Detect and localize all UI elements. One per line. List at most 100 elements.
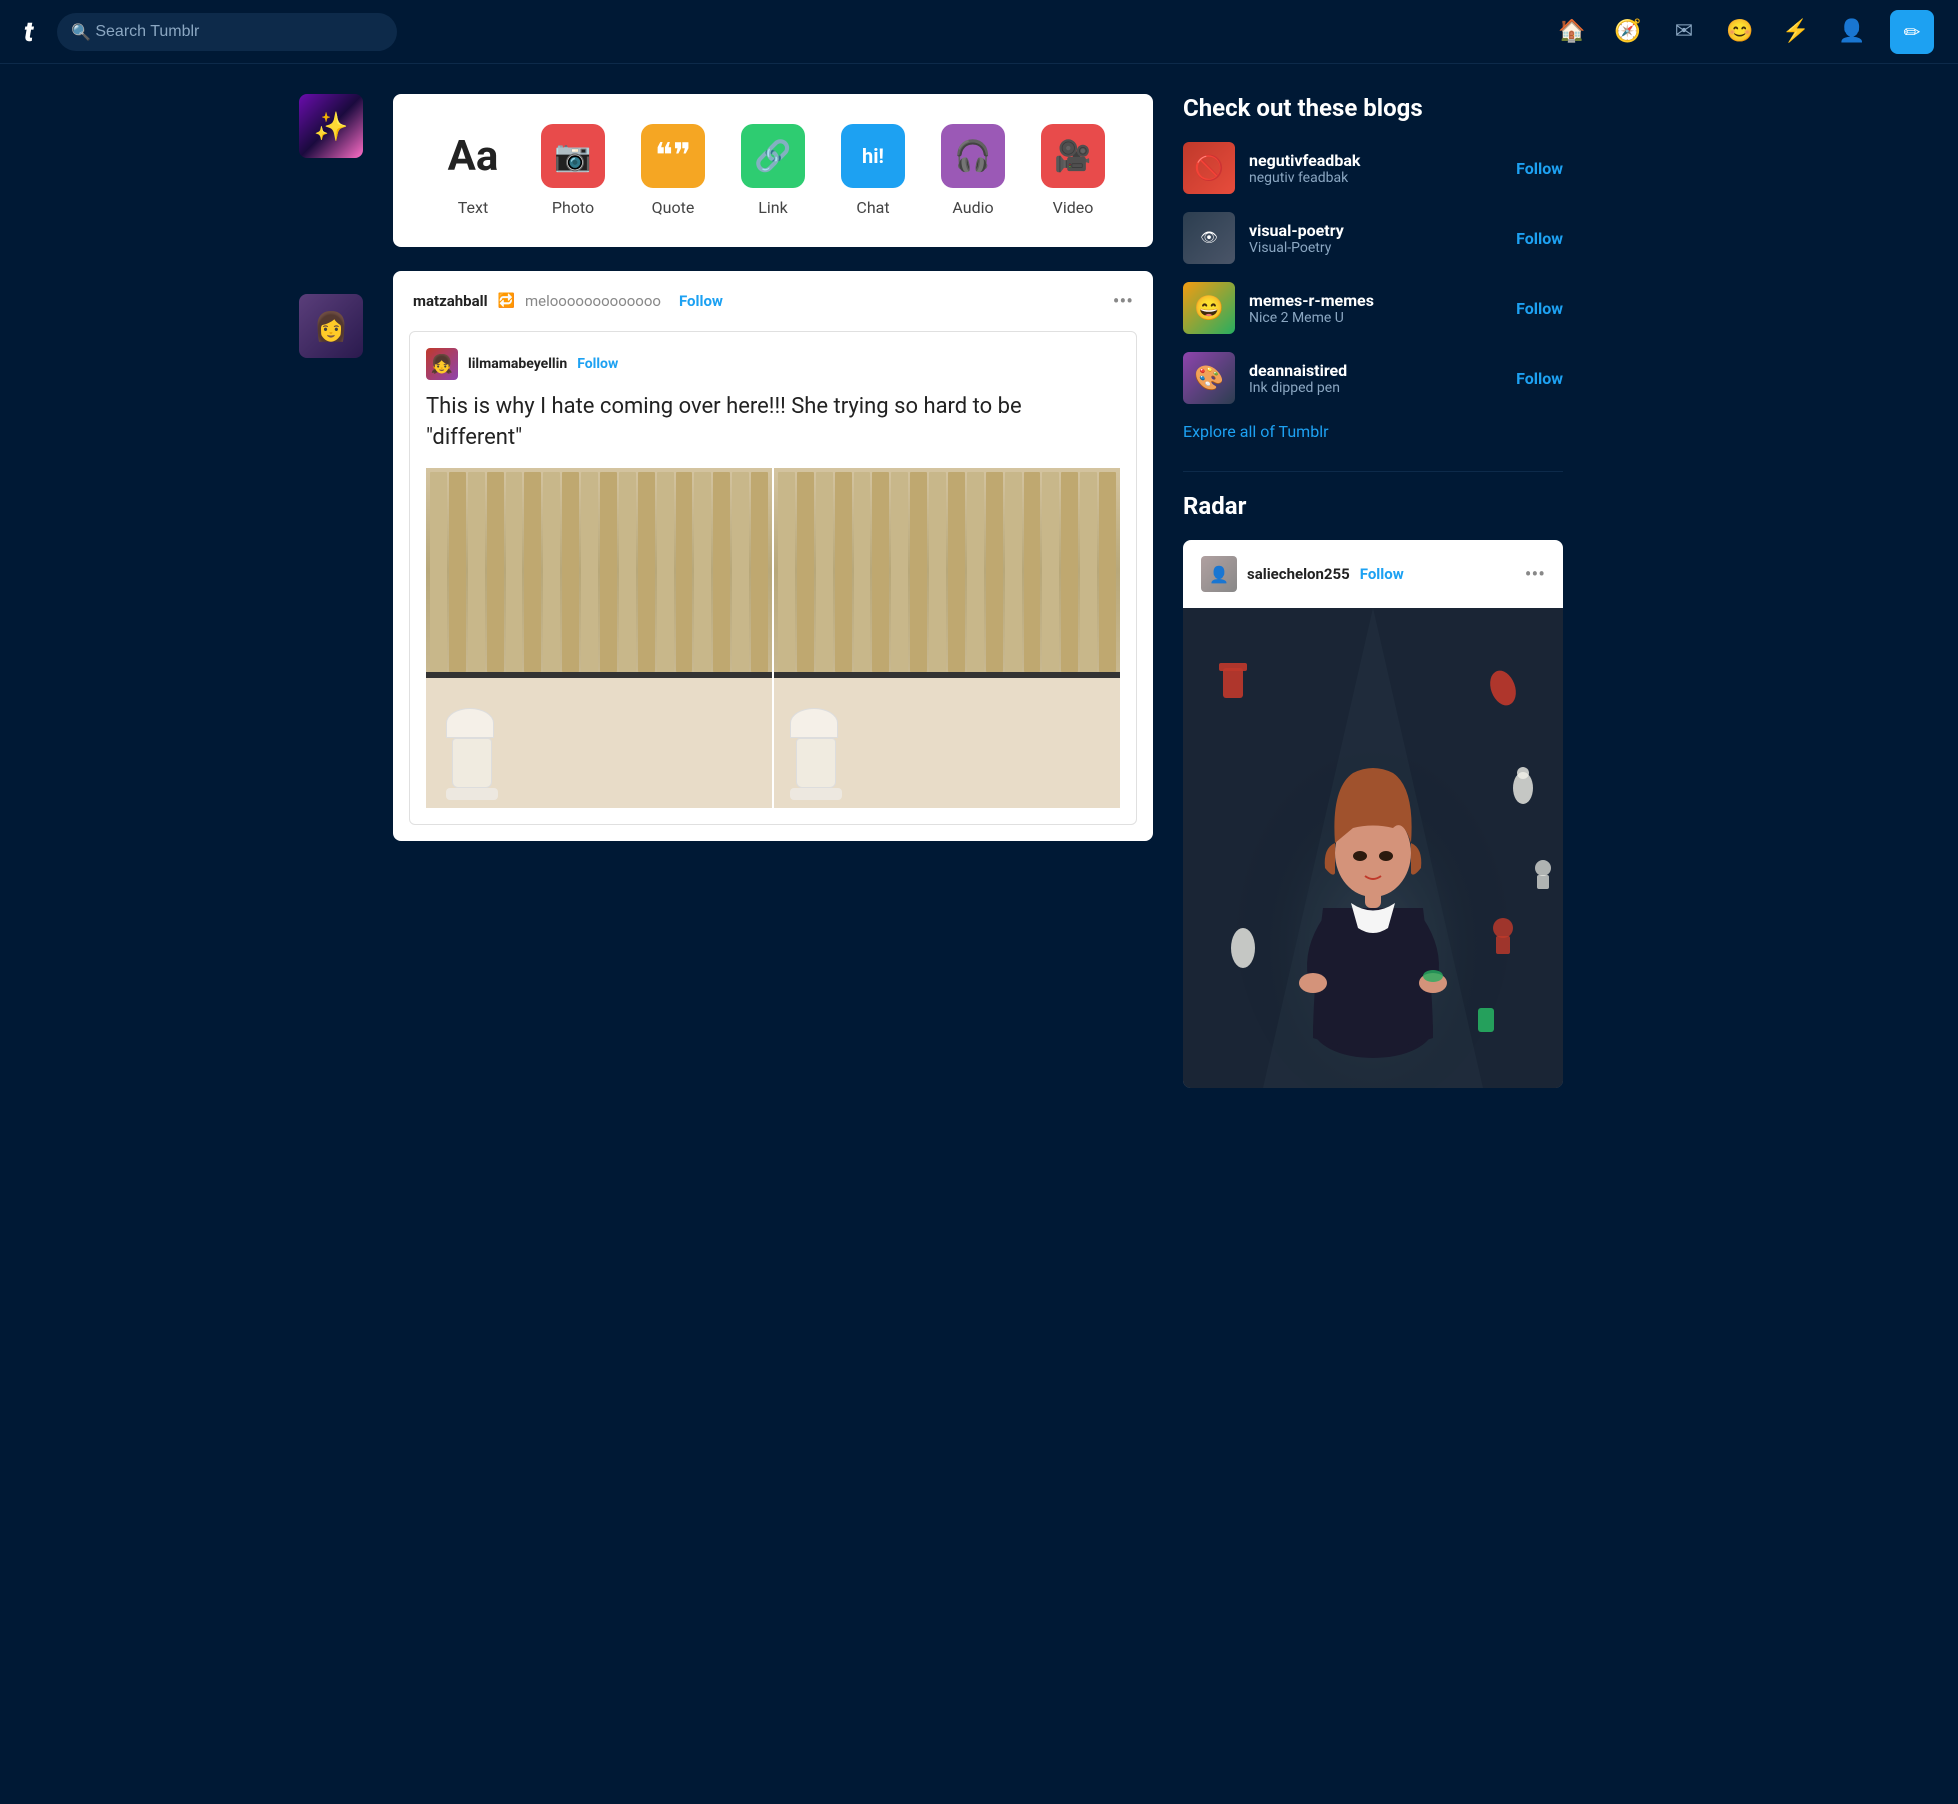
blog-name-deanna[interactable]: deannaistired <box>1249 361 1502 380</box>
post-follow-button[interactable]: Follow <box>679 292 723 310</box>
deanna-avatar-img: 🎨 <box>1183 352 1235 404</box>
blog-info-deanna: deannaistired Ink dipped pen <box>1249 361 1502 396</box>
blog-desc-visual: Visual-Poetry <box>1249 240 1502 256</box>
main-layout: ✨ 👩 Aa Text 📷 Photo ❝❞ Quote 🔗 Link <box>279 64 1679 1148</box>
chat-label: Chat <box>856 198 889 217</box>
blog-item-visual: 👁 visual-poetry Visual-Poetry Follow <box>1183 212 1563 264</box>
blog-name-memes[interactable]: memes-r-memes <box>1249 291 1502 310</box>
radar-header: 👤 saliechelon255 Follow ••• <box>1183 540 1563 608</box>
link-icon: 🔗 <box>741 124 805 188</box>
home-icon[interactable]: 🏠 <box>1554 14 1590 50</box>
blog-item-negutiv: 🚫 negutivfeadbak negutiv feadbak Follow <box>1183 142 1563 194</box>
radar-follow-button[interactable]: Follow <box>1360 565 1404 583</box>
account-icon[interactable]: 👤 <box>1834 14 1870 50</box>
reblog-image-right <box>774 468 1120 808</box>
quote-label: Quote <box>652 198 695 217</box>
nav-icons: 🏠 🧭 ✉ 😊 ⚡ 👤 ✏ <box>1554 10 1934 54</box>
bathroom-image-1 <box>426 468 772 808</box>
search-wrap: 🔍 <box>57 13 397 51</box>
composer-link[interactable]: 🔗 Link <box>741 124 805 217</box>
blog-item-deanna: 🎨 deannaistired Ink dipped pen Follow <box>1183 352 1563 404</box>
blog-desc-memes: Nice 2 Meme U <box>1249 310 1502 326</box>
video-label: Video <box>1053 198 1094 217</box>
bathroom-image-2 <box>774 468 1120 808</box>
blog-info-memes: memes-r-memes Nice 2 Meme U <box>1249 291 1502 326</box>
post-author[interactable]: matzahball <box>413 292 488 310</box>
follow-button-negutiv[interactable]: Follow <box>1516 159 1563 178</box>
post-reblogger[interactable]: melooooooooooooo <box>525 292 661 310</box>
link-label: Link <box>758 198 787 217</box>
text-label: Text <box>458 198 488 217</box>
radar-options-button[interactable]: ••• <box>1525 562 1545 586</box>
composer-photo[interactable]: 📷 Photo <box>541 124 605 217</box>
avatar-bottom[interactable]: 👩 <box>299 294 363 358</box>
reblog-text: This is why I hate coming over here!!! S… <box>426 392 1120 454</box>
composer-video[interactable]: 🎥 Video <box>1041 124 1105 217</box>
tumblr-logo[interactable]: t <box>24 15 33 48</box>
photo-icon: 📷 <box>541 124 605 188</box>
explore-all-link[interactable]: Explore all of Tumblr <box>1183 422 1563 441</box>
radar-title: Radar <box>1183 492 1563 520</box>
post-card: matzahball 🔁 melooooooooooooo Follow •••… <box>393 271 1153 841</box>
radar-username[interactable]: saliechelon255 <box>1247 565 1350 583</box>
blog-desc-deanna: Ink dipped pen <box>1249 380 1502 396</box>
avatar-icon-2: 👩 <box>314 310 349 343</box>
compose-button[interactable]: ✏ <box>1890 10 1934 54</box>
follow-button-visual[interactable]: Follow <box>1516 229 1563 248</box>
search-input[interactable] <box>57 13 397 51</box>
blogs-title: Check out these blogs <box>1183 94 1563 122</box>
sidebar-divider <box>1183 471 1563 472</box>
audio-icon: 🎧 <box>941 124 1005 188</box>
radar-section: Radar 👤 saliechelon255 Follow ••• <box>1183 492 1563 1088</box>
avatar-top[interactable]: ✨ <box>299 94 363 158</box>
blog-avatar-deanna[interactable]: 🎨 <box>1183 352 1235 404</box>
negutiv-avatar-img: 🚫 <box>1183 142 1235 194</box>
center-feed: Aa Text 📷 Photo ❝❞ Quote 🔗 Link hi! Chat… <box>393 94 1153 1118</box>
post-composer: Aa Text 📷 Photo ❝❞ Quote 🔗 Link hi! Chat… <box>393 94 1153 247</box>
radar-avatar[interactable]: 👤 <box>1201 556 1237 592</box>
mail-icon[interactable]: ✉ <box>1666 14 1702 50</box>
quote-icon: ❝❞ <box>641 124 705 188</box>
reblog-icon: 🔁 <box>498 293 515 309</box>
blog-info-visual: visual-poetry Visual-Poetry <box>1249 221 1502 256</box>
blog-avatar-negutiv[interactable]: 🚫 <box>1183 142 1235 194</box>
radar-card: 👤 saliechelon255 Follow ••• <box>1183 540 1563 1088</box>
radar-image <box>1183 608 1563 1088</box>
blog-desc-negutiv: negutiv feadbak <box>1249 170 1502 186</box>
blog-avatar-memes[interactable]: 😄 <box>1183 282 1235 334</box>
post-header: matzahball 🔁 melooooooooooooo Follow ••• <box>393 271 1153 331</box>
smiley-icon[interactable]: 😊 <box>1722 14 1758 50</box>
blog-info-negutiv: negutivfeadbak negutiv feadbak <box>1249 151 1502 186</box>
composer-quote[interactable]: ❝❞ Quote <box>641 124 705 217</box>
visual-avatar-img: 👁 <box>1183 212 1235 264</box>
blog-name-visual[interactable]: visual-poetry <box>1249 221 1502 240</box>
blog-item-memes: 😄 memes-r-memes Nice 2 Meme U Follow <box>1183 282 1563 334</box>
blog-name-negutiv[interactable]: negutivfeadbak <box>1249 151 1502 170</box>
video-icon: 🎥 <box>1041 124 1105 188</box>
lightning-icon[interactable]: ⚡ <box>1778 14 1814 50</box>
composer-audio[interactable]: 🎧 Audio <box>941 124 1005 217</box>
reblog-images <box>426 468 1120 808</box>
reblog-follow-button[interactable]: Follow <box>577 356 618 372</box>
composer-chat[interactable]: hi! Chat <box>841 124 905 217</box>
reblog-avatar[interactable]: 👧 <box>426 348 458 380</box>
blogs-section: Check out these blogs 🚫 negutivfeadbak n… <box>1183 94 1563 441</box>
chat-icon: hi! <box>841 124 905 188</box>
memes-avatar-img: 😄 <box>1183 282 1235 334</box>
navbar: t 🔍 🏠 🧭 ✉ 😊 ⚡ 👤 ✏ <box>0 0 1958 64</box>
follow-button-memes[interactable]: Follow <box>1516 299 1563 318</box>
left-sidebar: ✨ 👩 <box>299 94 363 1118</box>
blog-avatar-visual[interactable]: 👁 <box>1183 212 1235 264</box>
follow-button-deanna[interactable]: Follow <box>1516 369 1563 388</box>
explore-icon[interactable]: 🧭 <box>1610 14 1646 50</box>
reblog-username[interactable]: lilmamabeyellin <box>468 356 567 372</box>
reblog-image-left <box>426 468 772 808</box>
reblog-header: 👧 lilmamabeyellin Follow <box>426 348 1120 380</box>
post-options-button[interactable]: ••• <box>1113 289 1133 313</box>
composer-text[interactable]: Aa Text <box>441 124 505 217</box>
audio-label: Audio <box>952 198 993 217</box>
text-icon: Aa <box>441 124 505 188</box>
avatar-icon: ✨ <box>314 110 349 143</box>
reblog-content: 👧 lilmamabeyellin Follow This is why I h… <box>409 331 1137 825</box>
photo-label: Photo <box>552 198 594 217</box>
